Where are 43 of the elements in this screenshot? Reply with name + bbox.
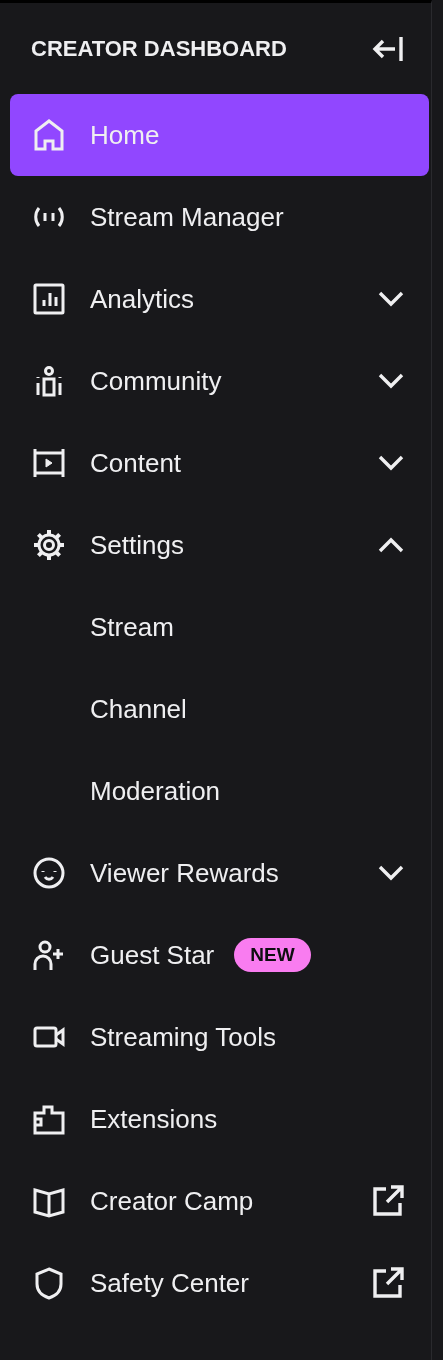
smiley-icon	[32, 856, 66, 890]
nav-item[interactable]: Analytics	[10, 258, 429, 340]
nav-item-label: Guest Star	[90, 939, 215, 971]
chevron-down-icon[interactable]	[378, 455, 404, 471]
nav-item[interactable]: Home	[10, 94, 429, 176]
sub-nav-item[interactable]: Stream	[10, 586, 429, 668]
chevron-up-icon[interactable]	[378, 537, 404, 553]
sub-nav-item[interactable]: Moderation	[10, 750, 429, 832]
home-icon	[32, 118, 66, 152]
nav-item[interactable]: Content	[10, 422, 429, 504]
new-badge: NEW	[234, 938, 311, 972]
nav-item-label: Home	[90, 119, 160, 151]
settings-icon	[32, 528, 66, 562]
nav-item[interactable]: Safety Center	[10, 1242, 429, 1324]
nav-item-label: Settings	[90, 529, 184, 561]
film-frame-icon	[32, 446, 66, 480]
chevron-down-icon[interactable]	[378, 291, 404, 307]
external-link-icon[interactable]	[372, 1185, 404, 1217]
sidebar-title: CREATOR DASHBOARD	[31, 35, 288, 62]
add-person-icon	[32, 938, 66, 972]
nav-item-label: Viewer Rewards	[90, 857, 279, 889]
nav-item-label: Community	[90, 365, 222, 397]
sub-nav-item[interactable]: Channel	[10, 668, 429, 750]
nav-item[interactable]: Stream Manager	[10, 176, 429, 258]
nav-item[interactable]: Guest Star NEW	[10, 914, 429, 996]
bar-chart-icon	[32, 282, 66, 316]
nav-item[interactable]: Viewer Rewards	[10, 832, 429, 914]
nav-item[interactable]: Creator Camp	[10, 1160, 429, 1242]
nav-item-label: Content	[90, 447, 182, 479]
collapse-icon[interactable]	[371, 34, 405, 63]
nav-item[interactable]: Extensions	[10, 1078, 429, 1160]
nav-item-label: Analytics	[90, 283, 195, 315]
nav-item[interactable]: Streaming Tools	[10, 996, 429, 1078]
nav-item[interactable]: Community	[10, 340, 429, 422]
nav-item-label: Extensions	[90, 1103, 218, 1135]
nav-item-label: Safety Center	[90, 1267, 249, 1299]
external-link-icon[interactable]	[372, 1267, 404, 1299]
chevron-down-icon[interactable]	[378, 865, 404, 881]
nav-item-label: Creator Camp	[90, 1185, 254, 1217]
chevron-down-icon[interactable]	[378, 373, 404, 389]
nav-item-label: Stream Manager	[90, 201, 284, 233]
nav-item[interactable]: Settings	[10, 504, 429, 586]
nav-item-label: Streaming Tools	[90, 1021, 276, 1053]
